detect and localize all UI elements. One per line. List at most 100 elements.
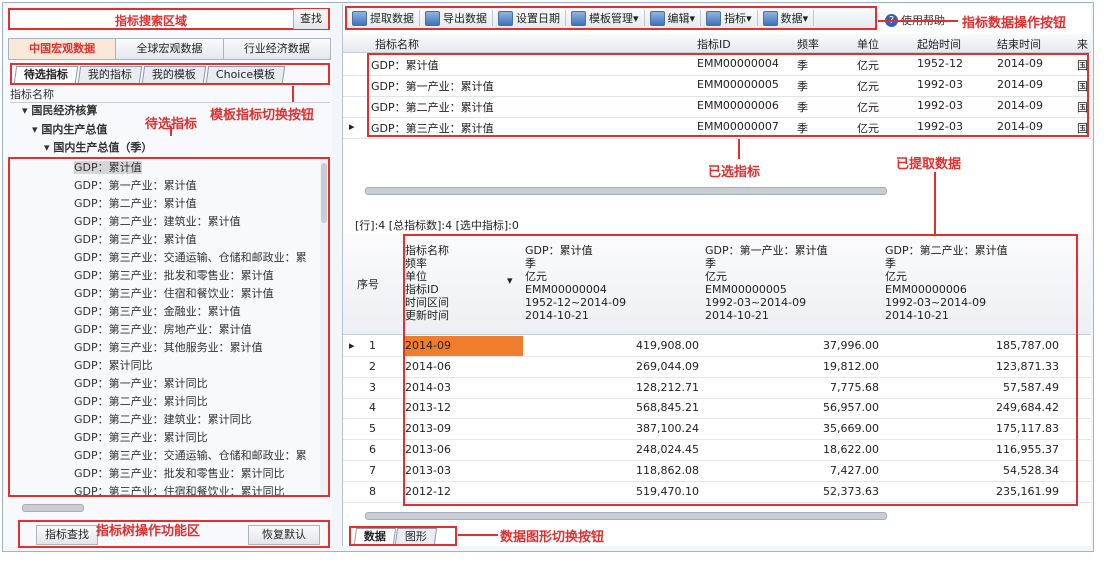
scroll-thumb[interactable]	[365, 187, 887, 195]
annotation-template-switch: 模板指标切换按钮	[210, 108, 315, 123]
category-tabs: 中国宏观数据 全球宏观数据 行业经济数据	[8, 38, 331, 60]
tree-leaf-item[interactable]: GDP：第一产业：累计同比	[10, 375, 328, 393]
tree-leaf-item[interactable]: GDP：第三产业：交通运输、仓储和邮政业：累	[10, 447, 328, 465]
col-id: 指标ID	[697, 38, 731, 51]
tree-scrollbar[interactable]	[320, 159, 328, 495]
data-hscrollbar[interactable]	[353, 510, 1083, 520]
tree-leaf-item[interactable]: GDP：累计同比	[10, 357, 328, 375]
indicator-subtabs: 待选指标 我的指标 我的模板 Choice模板	[10, 63, 330, 85]
scroll-thumb[interactable]	[365, 512, 887, 520]
selected-hscrollbar[interactable]	[353, 185, 1083, 195]
row-marker-icon: ▸	[349, 120, 355, 133]
row-seq: 7	[369, 463, 376, 477]
tree-leaf-label: GDP：第三产业：金融业：累计值	[74, 305, 241, 318]
button-label: 导出数据	[443, 12, 487, 25]
tab-label: 我的指标	[87, 68, 132, 81]
tab-industry[interactable]: 行业经济数据	[222, 38, 331, 60]
tree-leaf-label: GDP：第三产业：住宿和餐饮业：累计同比	[74, 485, 285, 497]
tree-leaf-item[interactable]: GDP：第三产业：其他服务业：累计值	[10, 339, 328, 357]
tree-node[interactable]: ▾ 国内生产总值（季）	[44, 139, 152, 155]
tree-leaf-label: GDP：累计同比	[74, 359, 153, 372]
tree-header: 指标名称	[10, 86, 330, 103]
tree-node[interactable]: ▾ 国民经济核算	[22, 102, 97, 118]
tab-global-macro[interactable]: 全球宏观数据	[115, 38, 224, 60]
tree-node-label: 国内生产总值（季）	[53, 141, 153, 154]
scroll-thumb[interactable]	[321, 163, 327, 223]
seq-header: 序号	[357, 278, 379, 291]
tree-leaf-item[interactable]: GDP：第三产业：金融业：累计值	[10, 303, 328, 321]
tab-my-templates[interactable]: 我的模板	[141, 66, 207, 83]
row-seq: 6	[369, 443, 376, 456]
tree-leaf-item[interactable]: GDP：累计值	[10, 159, 328, 177]
tree-node[interactable]: ▾ 国内生产总值	[32, 121, 107, 137]
edit-button[interactable]: 编辑 ▾	[645, 10, 702, 26]
tab-my-indicators[interactable]: 我的指标	[77, 66, 143, 83]
tree-leaf-label: GDP：第一产业：累计值	[74, 179, 197, 192]
tree-leaf-label: GDP：第三产业：累计同比	[74, 431, 208, 444]
annotation-arrow	[934, 172, 936, 234]
row-seq: 8	[369, 484, 376, 498]
edit-icon	[649, 10, 665, 26]
annotation-arrow	[458, 534, 498, 536]
annotation-view-switch: 数据图形切换按钮	[500, 530, 605, 545]
button-label: 提取数据	[370, 12, 414, 25]
tree-leaf-item[interactable]: GDP：第二产业：建筑业：累计同比	[10, 411, 328, 429]
tab-candidate-indicators[interactable]: 待选指标	[13, 66, 79, 83]
tree-leaf-item[interactable]: GDP：第三产业：住宿和餐饮业：累计值	[10, 285, 328, 303]
tree-leaf-item[interactable]: GDP：第二产业：累计值	[10, 195, 328, 213]
tree-leaf-label: GDP：第三产业：其他服务业：累计值	[74, 341, 263, 354]
annotation-data-ops: 指标数据操作按钮	[962, 16, 1067, 31]
col-freq: 频率	[797, 38, 819, 51]
tree-leaf-label: GDP：第三产业：累计值	[74, 233, 197, 246]
tree-leaf-item[interactable]: GDP：第三产业：累计值	[10, 231, 328, 249]
tree-hscrollbar[interactable]	[10, 502, 328, 512]
col-source: 来	[1077, 38, 1088, 51]
indicator-button[interactable]: 指标 ▾	[701, 10, 758, 26]
tab-label: 数据	[363, 530, 386, 543]
button-label: 编辑	[667, 12, 690, 25]
tab-china-macro[interactable]: 中国宏观数据	[8, 38, 117, 60]
indicator-tree-panel: 指标搜索区域 查找 中国宏观数据 全球宏观数据 行业经济数据 待选指标 我的指标…	[4, 4, 332, 548]
template-manage-button[interactable]: 模板管理 ▾	[566, 10, 645, 26]
tree-leaf-label: GDP：第三产业：住宿和餐饮业：累计值	[74, 287, 274, 300]
scroll-thumb[interactable]	[22, 504, 84, 512]
tab-data-view[interactable]: 数据	[353, 528, 397, 544]
selected-indicators-box	[367, 53, 1089, 137]
search-area[interactable]: 指标搜索区域 查找	[8, 8, 330, 30]
fx-icon	[706, 10, 722, 26]
tab-choice-templates[interactable]: Choice模板	[205, 66, 286, 83]
tree-leaf-item[interactable]: GDP：第三产业：批发和零售业：累计同比	[10, 465, 328, 483]
data-button[interactable]: 数据 ▾	[758, 10, 815, 26]
row-marker-icon: ▸	[349, 339, 355, 352]
export-data-button[interactable]: 导出数据	[420, 10, 493, 26]
tree-leaf-item[interactable]: GDP：第一产业：累计值	[10, 177, 328, 195]
search-button[interactable]: 查找	[293, 9, 328, 29]
tree-leaf-label: GDP：第三产业：交通运输、仓储和邮政业：累	[74, 251, 307, 264]
extract-icon	[352, 10, 367, 26]
tree-leaf-item[interactable]: GDP：第三产业：批发和零售业：累计值	[10, 267, 328, 285]
annotation-arrow	[292, 86, 294, 102]
export-icon	[425, 10, 440, 26]
tree-leaf-item[interactable]: GDP：第三产业：累计同比	[10, 429, 328, 447]
button-label: 设置日期	[516, 12, 560, 25]
annotation-arrow	[738, 139, 740, 159]
annotation-tree-ops: 指标树操作功能区	[96, 524, 201, 539]
tab-chart-view[interactable]: 图形	[394, 528, 438, 544]
tree-leaf-item[interactable]: GDP：第二产业：累计同比	[10, 393, 328, 411]
reset-default-button[interactable]: 恢复默认	[248, 525, 320, 545]
tree-leaf-item[interactable]: GDP：第三产业：交通运输、仓储和邮政业：累	[10, 249, 328, 267]
row-seq: 4	[369, 401, 376, 415]
button-label: 数据	[780, 12, 803, 25]
tree-node-label: 国内生产总值	[41, 123, 108, 136]
col-unit: 单位	[857, 38, 879, 51]
find-indicator-button[interactable]: 指标查找	[36, 525, 98, 545]
tree-leaf-item[interactable]: GDP：第三产业：房地产业：累计值	[10, 321, 328, 339]
tree-leaf-item[interactable]: GDP：第二产业：建筑业：累计值	[10, 213, 328, 231]
tree-leaf-item[interactable]: GDP：第三产业：住宿和餐饮业：累计同比	[10, 483, 328, 497]
data-panel: 提取数据 导出数据 设置日期 模板管理▾ 编辑▾ 指标▾ 数据▾ ?使用帮助 指…	[342, 4, 1091, 546]
template-icon	[571, 10, 586, 26]
extract-data-button[interactable]: 提取数据	[347, 10, 420, 26]
indicator-leaf-list: GDP：累计值 GDP：第一产业：累计值 GDP：第二产业：累计值 GDP：第二产业：…	[8, 157, 330, 497]
set-date-button[interactable]: 设置日期	[493, 10, 566, 26]
tree-leaf-label: GDP：第三产业：批发和零售业：累计值	[74, 269, 274, 282]
